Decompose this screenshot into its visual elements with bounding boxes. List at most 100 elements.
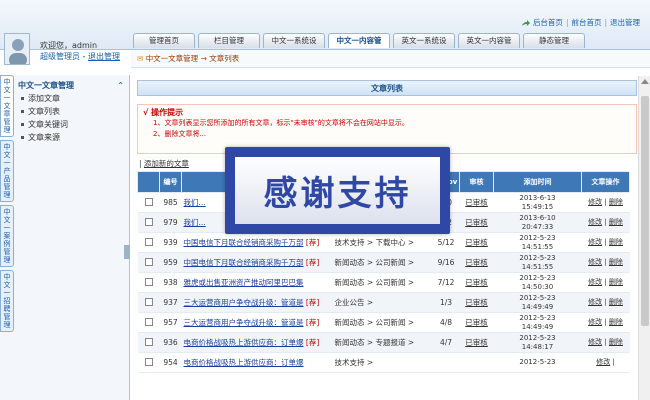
- row-id: 959: [159, 252, 182, 273]
- user-role: 超级管理员: [40, 52, 80, 61]
- row-pv: 4/7: [432, 332, 460, 353]
- row-edit-link[interactable]: 修改: [588, 238, 602, 246]
- row-edit-link[interactable]: 修改: [588, 338, 602, 346]
- table-row: 954 电商价格战吸热上游供应商：订单爆 技术支持 >2012-5-23 修改 |: [137, 352, 630, 373]
- row-status-link[interactable]: 已审核: [465, 338, 488, 347]
- scroll-up-icon[interactable]: [641, 79, 649, 84]
- row-checkbox[interactable]: [144, 277, 153, 286]
- row-edit-link[interactable]: 修改: [588, 198, 602, 206]
- row-checkbox[interactable]: [144, 297, 153, 306]
- row-id: 985: [159, 192, 182, 213]
- row-checkbox[interactable]: [144, 197, 153, 206]
- row-time: 14:48:17: [521, 342, 554, 351]
- row-status-link[interactable]: 已审核: [465, 198, 488, 207]
- row-delete-link[interactable]: 删除: [609, 338, 623, 346]
- vtab-case[interactable]: 中文一案例管理: [0, 205, 14, 267]
- chat-icon: ✉: [137, 54, 144, 63]
- row-title-link[interactable]: 我们...: [184, 218, 206, 227]
- row-checkbox[interactable]: [144, 317, 153, 326]
- sidebar-vertical-tabs: 中文一文章管理 中文一产品管理 中文一案例管理 中文一招聘管理: [0, 75, 16, 335]
- vtab-recruit[interactable]: 中文一招聘管理: [0, 270, 14, 332]
- sidebar-item-article-list[interactable]: 文章列表: [18, 105, 128, 118]
- table-row: 937 三大运营商用户争夺战升级：管道是 [荐] 企业公告 >1/3 已审核 2012-…: [137, 292, 630, 313]
- row-delete-link[interactable]: 删除: [609, 298, 623, 306]
- row-delete-link[interactable]: 删除: [609, 318, 623, 326]
- row-pv: [432, 352, 460, 373]
- row-delete-link[interactable]: 删除: [609, 218, 623, 226]
- vtab-product[interactable]: 中文一产品管理: [0, 140, 14, 202]
- row-status-link[interactable]: 已审核: [465, 258, 488, 267]
- row-id: 937: [159, 292, 182, 313]
- main-content: 文章列表 √ 操作提示 1、文章列表显示您所添加的所有文章，标示"未审核"的文章…: [137, 80, 637, 400]
- tab-cn-content[interactable]: 中文一内容管理: [328, 33, 390, 59]
- row-status-link[interactable]: 已审核: [465, 238, 488, 247]
- col-ops: 文章操作: [581, 171, 630, 193]
- main-tabs: 管理首页 栏目管理 中文一系统设置 中文一内容管理 英文一系统设置 英文一内容管…: [133, 33, 585, 59]
- row-category: 企业公告 >: [331, 292, 433, 313]
- row-edit-link[interactable]: 修改: [588, 298, 602, 306]
- row-status-link[interactable]: 已审核: [465, 298, 488, 307]
- row-delete-link[interactable]: 删除: [609, 278, 623, 286]
- top-link-admin-home[interactable]: 后台首页: [533, 17, 563, 28]
- row-title-link[interactable]: 雅虎或出售亚洲资产推动阿里巴巴集: [184, 278, 304, 287]
- scroll-thumb[interactable]: [641, 96, 649, 326]
- row-recommend-tag: [荐]: [305, 298, 320, 307]
- row-date: 2012-5-23: [519, 358, 556, 366]
- row-title-link[interactable]: 三大运营商用户争夺战升级：管道是: [184, 318, 304, 327]
- row-status-link[interactable]: 已审核: [465, 318, 488, 327]
- tab-en-system[interactable]: 英文一系统设置: [393, 33, 455, 59]
- row-delete-link[interactable]: 删除: [609, 258, 623, 266]
- row-edit-link[interactable]: 修改: [596, 358, 610, 366]
- row-time: 14:49:49: [521, 302, 554, 311]
- row-checkbox[interactable]: [144, 237, 153, 246]
- row-date: 2012-5-23: [519, 333, 556, 342]
- scrollbar[interactable]: [638, 76, 650, 400]
- row-time: 14:51:55: [521, 262, 554, 271]
- avatar: [4, 33, 30, 65]
- row-date: 2012-5-23: [519, 293, 556, 302]
- row-edit-link[interactable]: 修改: [588, 258, 602, 266]
- row-title-link[interactable]: 电商价格战吸热上游供应商：订单爆: [184, 338, 304, 347]
- tab-cn-system[interactable]: 中文一系统设置: [263, 33, 325, 59]
- top-link-site-home[interactable]: 前台首页: [571, 17, 601, 28]
- row-checkbox[interactable]: [144, 257, 153, 266]
- tree-title[interactable]: 中文一文章管理 ⌃: [18, 80, 128, 92]
- row-title-link[interactable]: 中国电信下月联合经销商采购千万部: [184, 238, 304, 247]
- row-id: 936: [159, 332, 182, 353]
- row-status-link[interactable]: 已审核: [465, 218, 488, 227]
- breadcrumb: ✉ 中文一文章管理 → 文章列表: [131, 50, 650, 68]
- row-edit-link[interactable]: 修改: [588, 278, 602, 286]
- row-title-link[interactable]: 三大运营商用户争夺战升级：管道是: [184, 298, 304, 307]
- sidebar-item-source[interactable]: 文章来源: [18, 131, 128, 144]
- tab-column-manage[interactable]: 栏目管理: [198, 33, 260, 48]
- tab-static[interactable]: 静态管理: [523, 33, 585, 48]
- row-delete-link[interactable]: 删除: [609, 238, 623, 246]
- tab-en-content[interactable]: 英文一内容管理: [458, 33, 520, 59]
- row-title-link[interactable]: 电商价格战吸热上游供应商：订单爆: [184, 358, 304, 367]
- sidebar-item-keywords[interactable]: 文章关键词: [18, 118, 128, 131]
- sidebar-toggle[interactable]: [124, 245, 130, 259]
- vtab-article[interactable]: 中文一文章管理: [0, 75, 14, 137]
- row-title-link[interactable]: 中国电信下月联合经销商采购千万部: [184, 258, 304, 267]
- welcome-text: 欢迎您，admin: [40, 41, 98, 50]
- row-time: 20:47:33: [521, 222, 554, 231]
- logout-link[interactable]: 退出管理: [88, 52, 120, 61]
- row-checkbox[interactable]: [144, 357, 153, 366]
- row-edit-link[interactable]: 修改: [588, 318, 602, 326]
- row-status-link[interactable]: 已审核: [465, 278, 488, 287]
- tips-title: √ 操作提示: [143, 108, 184, 117]
- row-delete-link[interactable]: 删除: [609, 198, 623, 206]
- row-edit-link[interactable]: 修改: [588, 218, 602, 226]
- top-link-logout[interactable]: 退出管理: [610, 17, 640, 28]
- tab-admin-home[interactable]: 管理首页: [133, 33, 195, 48]
- row-recommend-tag: [荐]: [305, 238, 320, 247]
- row-checkbox[interactable]: [144, 217, 153, 226]
- col-check: [137, 171, 160, 193]
- table-row: 957 三大运营商用户争夺战升级：管道是 [荐] 新闻动态 > 公司新闻 >4/8 已…: [137, 312, 630, 333]
- collapse-icon[interactable]: ⌃: [117, 80, 124, 92]
- row-category: 技术支持 > 下载中心 >: [331, 232, 433, 253]
- row-title-link[interactable]: 我们...: [184, 198, 206, 207]
- row-checkbox[interactable]: [144, 337, 153, 346]
- sidebar-item-add-article[interactable]: 添加文章: [18, 92, 128, 105]
- add-article-link[interactable]: 添加新的文章: [144, 159, 189, 168]
